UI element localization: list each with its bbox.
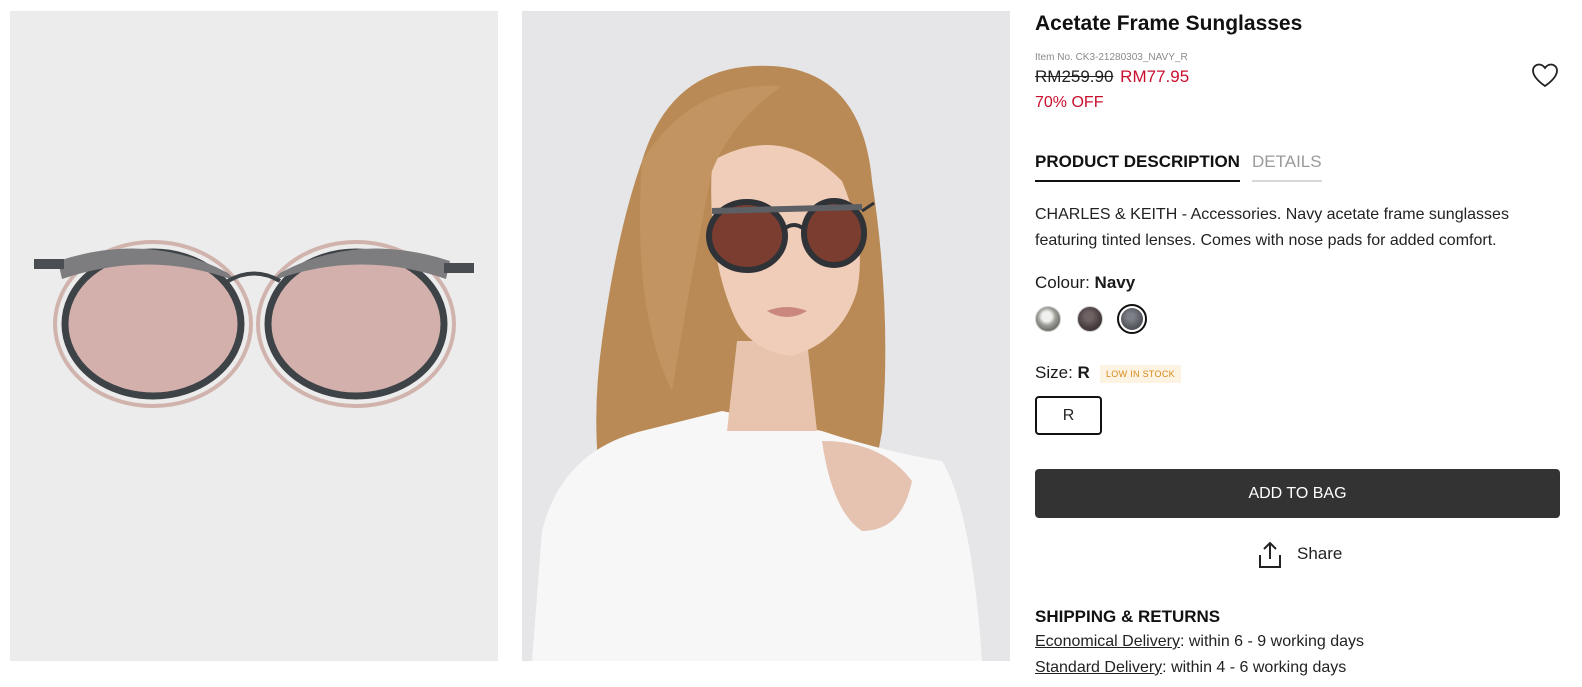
add-to-bag-button[interactable]: ADD TO BAG	[1035, 469, 1560, 518]
heart-icon[interactable]	[1531, 62, 1559, 90]
price-row: RM259.90 RM77.95	[1035, 67, 1189, 87]
standard-delivery-time: : within 4 - 6 working days	[1162, 659, 1347, 676]
standard-delivery-link[interactable]: Standard Delivery	[1035, 659, 1162, 676]
model-photo-illustration	[522, 11, 1010, 661]
shipping-option-economical: Economical Delivery: within 6 - 9 workin…	[1035, 633, 1364, 651]
colour-swatch-2[interactable]	[1077, 306, 1103, 332]
size-label: Size:	[1035, 363, 1073, 382]
sunglasses-front-illustration	[34, 240, 474, 408]
shipping-option-standard: Standard Delivery: within 4 - 6 working …	[1035, 659, 1346, 677]
share-label: Share	[1297, 544, 1343, 563]
tab-product-description[interactable]: PRODUCT DESCRIPTION	[1035, 152, 1240, 182]
size-option-button[interactable]: R	[1035, 396, 1102, 435]
item-number: Item No. CK3-21280303_NAVY_R	[1035, 52, 1188, 63]
product-image-model[interactable]	[522, 11, 1010, 661]
share-upload-icon	[1259, 541, 1281, 568]
original-price: RM259.90	[1035, 67, 1114, 86]
sale-price: RM77.95	[1120, 67, 1190, 86]
tab-details[interactable]: DETAILS	[1252, 152, 1322, 182]
shipping-returns-heading: SHIPPING & RETURNS	[1035, 607, 1221, 626]
size-selection-label: Size: R	[1035, 363, 1090, 383]
economical-delivery-time: : within 6 - 9 working days	[1179, 633, 1365, 650]
colour-swatches	[1035, 304, 1235, 334]
size-selected-value: R	[1077, 363, 1090, 382]
product-info-panel: Acetate Frame Sunglasses Item No. CK3-21…	[1035, 0, 1565, 687]
product-title: Acetate Frame Sunglasses	[1035, 12, 1303, 35]
low-stock-badge: LOW IN STOCK	[1100, 365, 1181, 383]
colour-swatch-1[interactable]	[1035, 306, 1061, 332]
swatch-fill	[1121, 308, 1143, 330]
product-image-front[interactable]	[10, 11, 498, 661]
discount-label: 70% OFF	[1035, 94, 1104, 111]
economical-delivery-link[interactable]: Economical Delivery	[1035, 633, 1180, 650]
colour-label: Colour:	[1035, 273, 1090, 292]
colour-swatch-navy-selected[interactable]	[1117, 304, 1147, 334]
product-description: CHARLES & KEITH - Accessories. Navy acet…	[1035, 206, 1509, 249]
colour-selection-label: Colour: Navy	[1035, 273, 1135, 293]
colour-selected-value: Navy	[1094, 273, 1136, 292]
share-button[interactable]: Share	[1257, 540, 1347, 570]
